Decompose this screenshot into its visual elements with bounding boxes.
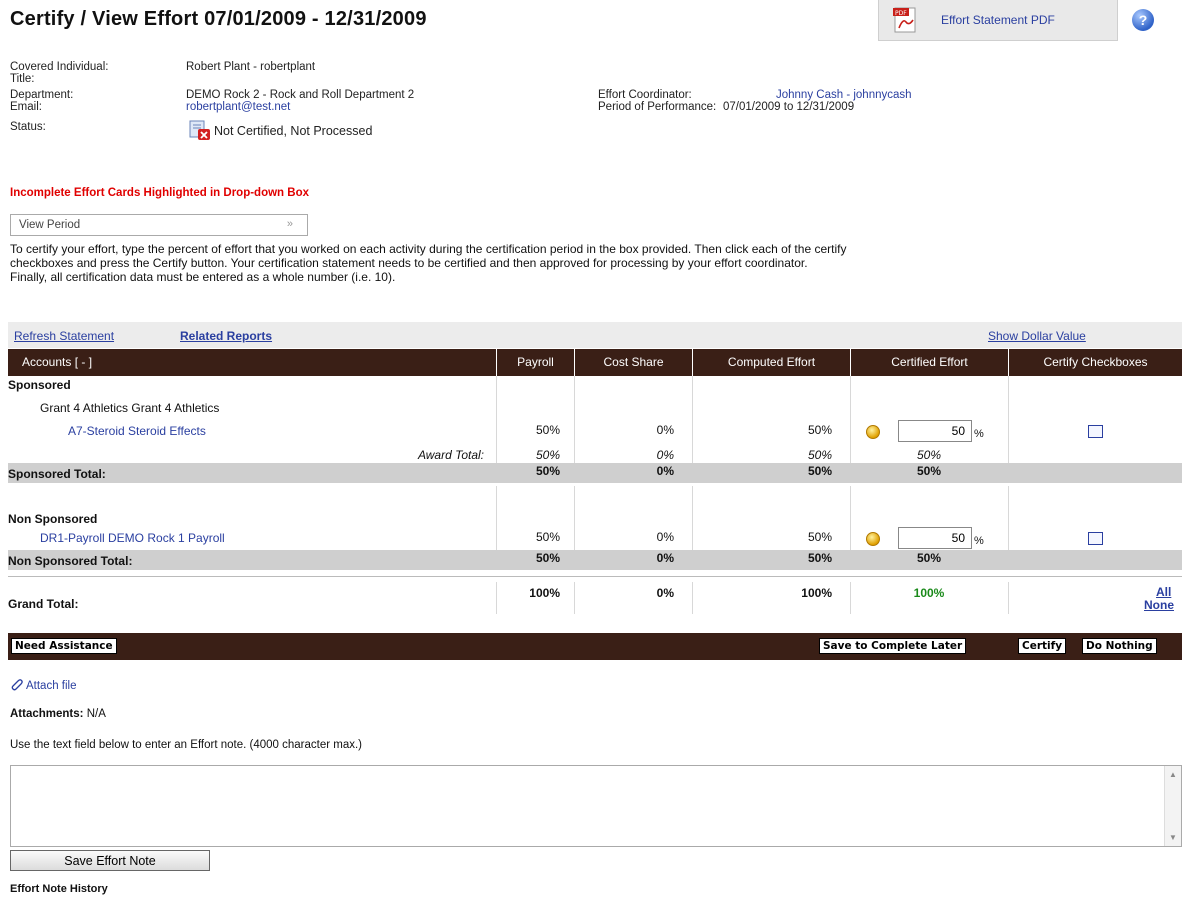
period-value: 07/01/2009 to 12/31/2009 — [723, 101, 855, 113]
grand-total-computed: 100% — [801, 586, 832, 600]
period-label: Period of Performance: — [598, 101, 717, 113]
certify-checkbox-dr1[interactable] — [1088, 532, 1103, 545]
award-computed: 50% — [807, 448, 832, 462]
instructions-line: Finally, all certification data must be … — [10, 270, 396, 284]
refresh-statement-link[interactable]: Refresh Statement — [14, 329, 114, 343]
view-period-label: View Period — [19, 219, 81, 231]
account-link-dr1[interactable]: DR1-Payroll DEMO Rock 1 Payroll — [40, 531, 225, 545]
grand-total-certified: 100% — [913, 586, 945, 600]
email-label: Email: — [10, 101, 42, 113]
not-certified-icon — [189, 120, 210, 140]
paperclip-icon — [11, 679, 23, 691]
instructions-line: checkboxes and press the Certify button.… — [10, 256, 808, 270]
scroll-down-icon[interactable]: ▼ — [1169, 833, 1177, 842]
certify-button[interactable]: Certify — [1018, 638, 1067, 654]
sponsored-total-cost-share: 0% — [656, 464, 674, 478]
sponsored-total-label: Sponsored Total: — [8, 467, 106, 481]
covered-individual-label: Covered Individual: — [10, 61, 109, 73]
pdf-file-icon: PDF — [893, 7, 916, 33]
note-scrollbar[interactable]: ▲ ▼ — [1164, 766, 1181, 846]
sponsored-total-payroll: 50% — [535, 464, 560, 478]
pdf-button-label: Effort Statement PDF — [941, 13, 1055, 27]
instructions-line: To certify your effort, type the percent… — [10, 242, 847, 256]
grand-total-cost-share: 0% — [656, 586, 674, 600]
email-link[interactable]: robertplant@test.net — [186, 101, 290, 113]
payroll-header: Payroll — [496, 349, 574, 376]
attachments-label: Attachments: — [10, 708, 84, 720]
page-title: Certify / View Effort 07/01/2009 - 12/31… — [10, 8, 427, 30]
award-total-label: Award Total: — [417, 448, 484, 462]
award-payroll: 50% — [535, 448, 560, 462]
non-sponsored-payroll: 50% — [535, 530, 560, 544]
department-value: DEMO Rock 2 - Rock and Roll Department 2 — [186, 89, 415, 101]
sponsored-cost-share: 0% — [656, 423, 674, 437]
certified-effort-input-a7[interactable] — [898, 420, 972, 442]
grand-total-payroll: 100% — [529, 586, 560, 600]
action-button-bar: Need Assistance Save to Complete Later C… — [8, 633, 1182, 660]
report-links-bar: Refresh Statement Related Reports Show D… — [8, 322, 1182, 348]
save-effort-note-button[interactable]: Save Effort Note — [10, 850, 210, 871]
need-assistance-button[interactable]: Need Assistance — [11, 638, 117, 654]
award-cost-share: 0% — [656, 448, 674, 462]
effort-coordinator-label: Effort Coordinator: — [598, 89, 692, 101]
show-dollar-value-link[interactable]: Show Dollar Value — [988, 329, 1086, 343]
coin-icon — [866, 425, 880, 439]
certify-checkboxes-header: Certify Checkboxes — [1008, 349, 1182, 376]
select-none-link[interactable]: None — [1144, 598, 1174, 612]
effort-table-header: Accounts [ - ] Payroll Cost Share Comput… — [8, 349, 1182, 376]
account-link-a7[interactable]: A7-Steroid Steroid Effects — [68, 424, 206, 438]
grant-label: Grant 4 Athletics Grant 4 Athletics — [40, 401, 220, 415]
award-certified: 50% — [916, 448, 942, 462]
non-sponsored-cost-share: 0% — [656, 530, 674, 544]
help-icon[interactable]: ? — [1132, 9, 1154, 31]
select-all-link[interactable]: All — [1156, 585, 1171, 599]
coin-icon — [866, 532, 880, 546]
instructions: To certify your effort, type the percent… — [10, 242, 1182, 284]
related-reports-link[interactable]: Related Reports — [180, 329, 272, 343]
effort-table-body: Sponsored Grant 4 Athletics Grant 4 Athl… — [8, 376, 1182, 616]
sponsored-computed: 50% — [807, 423, 832, 437]
status-value: Not Certified, Not Processed — [214, 124, 373, 138]
percent-sign: % — [974, 535, 984, 547]
effort-note-textarea[interactable]: ▲ ▼ — [10, 765, 1182, 847]
cost-share-header: Cost Share — [574, 349, 692, 376]
certify-checkbox-a7[interactable] — [1088, 425, 1103, 438]
computed-effort-header: Computed Effort — [692, 349, 850, 376]
do-nothing-button[interactable]: Do Nothing — [1082, 638, 1157, 654]
non-sponsored-total-computed: 50% — [807, 551, 832, 565]
grand-total-label: Grand Total: — [8, 597, 79, 611]
accounts-header[interactable]: Accounts [ - ] — [8, 349, 496, 376]
sponsored-total-computed: 50% — [807, 464, 832, 478]
percent-sign: % — [974, 428, 984, 440]
svg-text:PDF: PDF — [895, 10, 907, 17]
status-label: Status: — [10, 121, 46, 133]
non-sponsored-computed: 50% — [807, 530, 832, 544]
non-sponsored-total-cost-share: 0% — [656, 551, 674, 565]
attachments-line: Attachments: N/A — [10, 708, 106, 720]
non-sponsored-total-certified: 50% — [916, 551, 942, 565]
certified-effort-input-dr1[interactable] — [898, 527, 972, 549]
department-label: Department: — [10, 89, 74, 101]
title-label: Title: — [10, 73, 35, 85]
sponsored-payroll: 50% — [535, 423, 560, 437]
attachments-value: N/A — [86, 708, 106, 720]
sponsored-total-certified: 50% — [916, 464, 942, 478]
certified-effort-header: Certified Effort — [850, 349, 1008, 376]
non-sponsored-heading: Non Sponsored — [8, 512, 98, 526]
effort-note-history-heading: Effort Note History — [10, 883, 108, 895]
covered-individual-value: Robert Plant - robertplant — [186, 61, 316, 73]
view-period-dropdown[interactable]: View Period » — [10, 214, 308, 236]
scroll-up-icon[interactable]: ▲ — [1169, 770, 1177, 779]
non-sponsored-total-payroll: 50% — [535, 551, 560, 565]
save-to-complete-later-button[interactable]: Save to Complete Later — [819, 638, 967, 654]
non-sponsored-total-label: Non Sponsored Total: — [8, 554, 133, 568]
sponsored-heading: Sponsored — [8, 378, 71, 392]
effort-statement-pdf-button[interactable]: PDF Effort Statement PDF — [878, 0, 1118, 41]
incomplete-warning: Incomplete Effort Cards Highlighted in D… — [10, 187, 309, 199]
attach-file-link[interactable]: Attach file — [26, 680, 77, 692]
effort-note-hint: Use the text field below to enter an Eff… — [10, 739, 363, 751]
chevron-right-icon: » — [286, 218, 293, 230]
effort-coordinator-link[interactable]: Johnny Cash - johnnycash — [776, 89, 912, 101]
